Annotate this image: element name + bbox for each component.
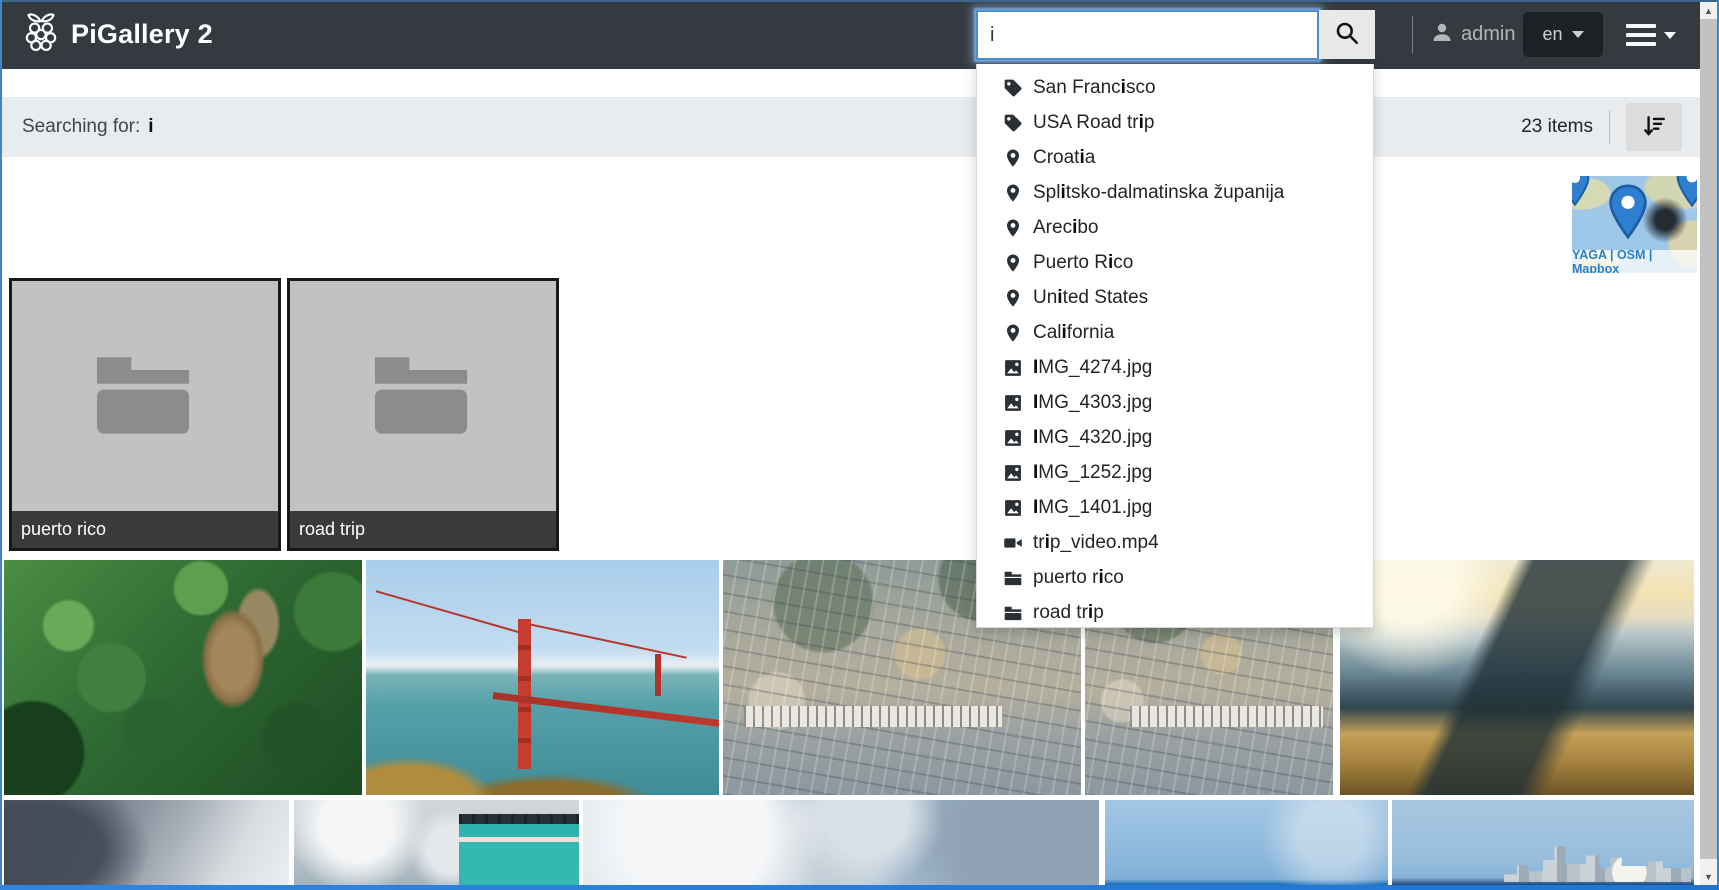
status-divider: [1609, 110, 1610, 144]
pin-icon: [1003, 288, 1023, 308]
scroll-down-button[interactable]: ▼: [1700, 868, 1717, 885]
suggestion-item[interactable]: IMG_1401.jpg: [977, 490, 1373, 525]
suggestion-item[interactable]: road trip: [977, 595, 1373, 630]
folder-tile-road-trip[interactable]: road trip: [287, 278, 559, 551]
suggestion-item[interactable]: California: [977, 315, 1373, 350]
scroll-up-button[interactable]: ▲: [1700, 2, 1717, 19]
map-marker-icon: [1572, 176, 1592, 211]
tag-icon: [1003, 78, 1023, 98]
white-building: [1130, 706, 1323, 727]
suggestion-item[interactable]: United States: [977, 280, 1373, 315]
pigallery-window: PiGallery 2 admin en: [0, 0, 1719, 890]
bridge-cable: [375, 590, 525, 635]
suggestion-item[interactable]: IMG_4320.jpg: [977, 420, 1373, 455]
scrollbar[interactable]: ▲ ▼: [1700, 2, 1717, 885]
pin-icon: [1003, 148, 1023, 168]
bridge-tower: [655, 654, 661, 696]
search-input[interactable]: [976, 10, 1319, 60]
pin-icon: [1003, 253, 1023, 273]
map-marker-icon: [1606, 184, 1650, 244]
skyline-silhouette: [1504, 844, 1691, 882]
suggestion-item[interactable]: trip_video.mp4: [977, 525, 1373, 560]
suggestion-item[interactable]: puerto rico: [977, 560, 1373, 595]
top-navbar: PiGallery 2 admin en: [0, 0, 1700, 69]
language-dropdown-button[interactable]: en: [1523, 12, 1603, 57]
language-value: en: [1542, 24, 1562, 45]
search-button[interactable]: [1319, 10, 1375, 59]
suggestion-item[interactable]: IMG_4274.jpg: [977, 350, 1373, 385]
search-query-text: i: [148, 116, 153, 138]
search-icon: [1334, 20, 1360, 49]
scrollbar-thumb[interactable]: [1700, 19, 1717, 859]
image-icon: [1003, 358, 1023, 378]
pin-icon: [1003, 183, 1023, 203]
raspberry-pi-logo-icon: [20, 9, 62, 60]
bridge-tower: [518, 619, 531, 769]
brand-home-link[interactable]: PiGallery 2: [20, 0, 213, 69]
suggestion-item[interactable]: Splitsko-dalmatinska županija: [977, 175, 1373, 210]
photo-thumbnail-blue-sky-sea[interactable]: [1105, 800, 1388, 890]
chevron-down-icon: [1664, 32, 1676, 39]
folder-name: road trip: [290, 511, 556, 548]
suggestion-item[interactable]: IMG_1252.jpg: [977, 455, 1373, 490]
map-attribution-links[interactable]: YAGA | OSM | Mapbox: [1572, 250, 1697, 273]
folder-icon: [1003, 568, 1023, 588]
suggestion-item[interactable]: Puerto Rico: [977, 245, 1373, 280]
navbar-divider: [1412, 16, 1413, 54]
photo-thumbnail-city-skyline[interactable]: [1392, 800, 1694, 890]
sort-descending-icon: [1641, 113, 1667, 142]
image-icon: [1003, 498, 1023, 518]
searching-for-label: Searching for:: [22, 116, 140, 138]
image-icon: [1003, 393, 1023, 413]
suggestion-item[interactable]: Arecibo: [977, 210, 1373, 245]
user-icon: [1430, 20, 1454, 50]
suggestion-item[interactable]: San Francisco: [977, 70, 1373, 105]
pin-icon: [1003, 218, 1023, 238]
main-menu-button[interactable]: [1620, 17, 1672, 53]
suggestion-item[interactable]: Croatia: [977, 140, 1373, 175]
tag-icon: [1003, 113, 1023, 133]
window-border-left: [0, 0, 2, 890]
photo-thumbnail-cloudscape[interactable]: [583, 800, 1099, 890]
folder-icon: [374, 356, 472, 441]
photo-thumbnail-storm-clouds[interactable]: [4, 800, 289, 890]
suggestion-item[interactable]: USA Road trip: [977, 105, 1373, 140]
folder-icon: [96, 356, 194, 441]
folder-icon: [1003, 603, 1023, 623]
app-title: PiGallery 2: [71, 19, 213, 50]
image-icon: [1003, 463, 1023, 483]
image-icon: [1003, 428, 1023, 448]
suggestion-item[interactable]: IMG_4303.jpg: [977, 385, 1373, 420]
window-border-top: [0, 0, 1719, 2]
photo-thumbnail-mountain-sunset[interactable]: [1340, 560, 1694, 795]
search-status-bar: Searching for: i 23 items: [0, 97, 1700, 157]
hamburger-menu-icon: [1626, 24, 1656, 46]
item-count: 23 items: [1521, 116, 1593, 138]
pin-icon: [1003, 323, 1023, 343]
chevron-down-icon: [1572, 31, 1584, 38]
video-icon: [1003, 533, 1023, 553]
user-menu[interactable]: admin: [1430, 0, 1515, 69]
bridge-cable: [528, 623, 687, 659]
map-marker-icon: [1674, 176, 1697, 212]
map-thumbnail[interactable]: YAGA | OSM | Mapbox: [1572, 176, 1697, 273]
user-name: admin: [1461, 23, 1515, 46]
search-suggestions-dropdown: San Francisco USA Road trip Croatia Spli…: [976, 64, 1374, 628]
photo-thumbnail-teal-building[interactable]: [294, 800, 579, 890]
sort-button[interactable]: [1626, 103, 1682, 151]
building: [459, 814, 579, 890]
photo-thumbnail-squirrel[interactable]: [4, 560, 362, 795]
folder-name: puerto rico: [12, 511, 278, 548]
white-building: [744, 706, 1002, 727]
folder-tile-puerto-rico[interactable]: puerto rico: [9, 278, 281, 551]
photo-thumbnail-golden-gate-bridge[interactable]: [366, 560, 719, 795]
window-border-bottom: [0, 885, 1719, 890]
building-railing: [459, 814, 579, 824]
